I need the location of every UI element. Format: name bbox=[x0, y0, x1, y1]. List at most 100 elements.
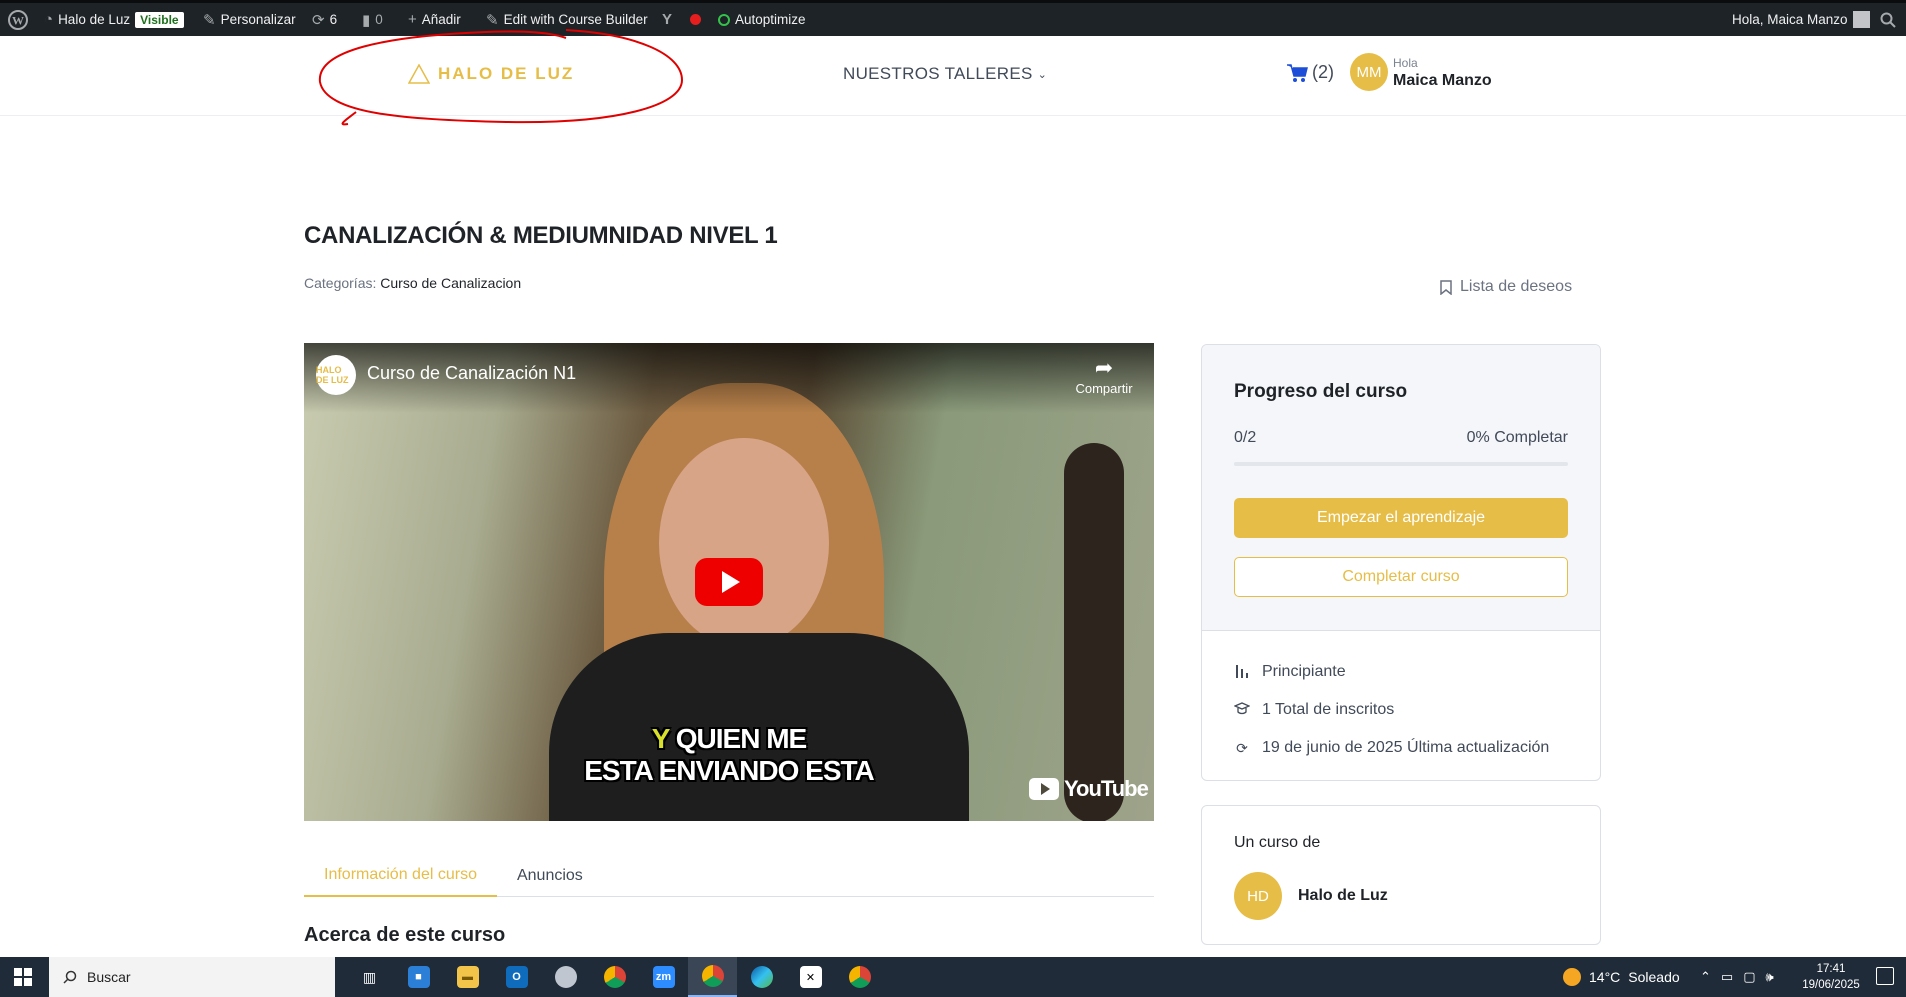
search-icon bbox=[63, 970, 77, 984]
clock-date: 19/06/2025 bbox=[1802, 979, 1860, 991]
edge-icon[interactable] bbox=[737, 957, 786, 997]
admin-account-link[interactable]: Hola, Maica Manzo bbox=[1732, 3, 1870, 36]
store-icon[interactable]: ■ bbox=[394, 957, 443, 997]
meta-level: Principiante bbox=[1234, 663, 1346, 681]
admin-autoptimize-link[interactable]: Autoptimize bbox=[718, 3, 806, 36]
author-name[interactable]: Halo de Luz bbox=[1298, 887, 1388, 905]
outlook-icon[interactable]: O bbox=[492, 957, 541, 997]
meta-level-label: Principiante bbox=[1262, 663, 1346, 680]
taskbar-search-placeholder: Buscar bbox=[87, 969, 131, 985]
cart-button[interactable]: (2) bbox=[1286, 62, 1334, 83]
share-label: Compartir bbox=[1075, 381, 1133, 396]
admin-customize-link[interactable]: ✎ Personalizar bbox=[203, 3, 296, 36]
admin-customize-label: Personalizar bbox=[220, 12, 296, 27]
progress-section: Progreso del curso 0/2 0% Completar Empe… bbox=[1202, 345, 1600, 631]
weather-temp: 14°C bbox=[1589, 969, 1621, 985]
admin-site-name: Halo de Luz bbox=[58, 12, 131, 27]
video-subtitle-line1-rest: QUIEN ME bbox=[668, 723, 807, 754]
file-explorer-icon[interactable]: ▬ bbox=[443, 957, 492, 997]
zoom-icon[interactable]: zm bbox=[639, 957, 688, 997]
meta-updated: ⟳ 19 de junio de 2025 Última actualizaci… bbox=[1234, 739, 1549, 757]
admin-autoptimize-label: Autoptimize bbox=[735, 12, 806, 27]
taskbar-clock[interactable]: 17:41 19/06/2025 bbox=[1797, 961, 1865, 993]
channel-logo[interactable]: HALO DE LUZ bbox=[316, 355, 356, 395]
course-progress-card: Progreso del curso 0/2 0% Completar Empe… bbox=[1201, 344, 1601, 781]
plus-icon: + bbox=[408, 11, 417, 28]
chevron-up-icon[interactable]: ⌃ bbox=[1700, 969, 1711, 985]
display-icon[interactable]: ▢ bbox=[1743, 969, 1755, 985]
network-icon[interactable]: ▭ bbox=[1721, 969, 1733, 985]
author-label: Un curso de bbox=[1234, 834, 1321, 851]
taskbar-search[interactable]: Buscar bbox=[49, 957, 335, 997]
bookmark-icon bbox=[1440, 279, 1452, 295]
progress-count: 0/2 bbox=[1234, 429, 1257, 446]
notification-icon[interactable] bbox=[1876, 967, 1894, 985]
admin-updates-link[interactable]: ⟳ 6 bbox=[312, 3, 337, 36]
admin-updates-count: 6 bbox=[329, 12, 338, 27]
svg-text:W: W bbox=[12, 13, 24, 27]
cart-icon bbox=[1287, 63, 1308, 82]
wp-admin-bar: W ◔ Halo de Luz Visible ✎ Personalizar ⟳… bbox=[0, 0, 1906, 36]
video-subtitle-y: Y bbox=[651, 723, 670, 754]
video-player[interactable]: HALO DE LUZ Curso de Canalización N1 ➦ C… bbox=[304, 343, 1154, 821]
yoast-icon[interactable]: Y bbox=[662, 3, 672, 36]
brush-icon: ✎ bbox=[203, 11, 216, 29]
course-tabs: Información del curso Anuncios bbox=[304, 855, 1154, 897]
share-arrow-icon: ➦ bbox=[1094, 355, 1114, 380]
windows-start-icon[interactable] bbox=[14, 968, 32, 986]
complete-course-button[interactable]: Completar curso bbox=[1234, 557, 1568, 597]
video-person-face bbox=[659, 438, 829, 648]
wordpress-logo-icon[interactable]: W bbox=[8, 3, 28, 36]
wishlist-button[interactable]: Lista de deseos bbox=[1440, 278, 1572, 296]
author-avatar[interactable]: HD bbox=[1234, 872, 1282, 920]
chrome-profile-icon[interactable] bbox=[688, 957, 737, 997]
progress-bar bbox=[1234, 462, 1568, 466]
wishlist-label: Lista de deseos bbox=[1460, 278, 1573, 295]
admin-add-new-link[interactable]: + Añadir bbox=[408, 3, 461, 36]
app-icon[interactable] bbox=[541, 957, 590, 997]
chrome-alt-icon[interactable] bbox=[835, 957, 884, 997]
logo-text: HALO DE LUZ bbox=[438, 64, 575, 83]
user-name[interactable]: Maica Manzo bbox=[1393, 72, 1492, 90]
status-dot-icon[interactable] bbox=[690, 3, 701, 36]
start-learning-button[interactable]: Empezar el aprendizaje bbox=[1234, 498, 1568, 538]
chrome-icon[interactable] bbox=[590, 957, 639, 997]
dashboard-icon: ◔ bbox=[44, 11, 54, 28]
admin-comments-link[interactable]: ▮ 0 bbox=[362, 3, 383, 36]
admin-course-builder-link[interactable]: ✎ Edit with Course Builder bbox=[486, 3, 648, 36]
windows-taskbar: Buscar ▥ ■ ▬ O zm ✕ 14°C Soleado ⌃ ▭ ▢ 🕪… bbox=[0, 957, 1906, 997]
clock-time: 17:41 bbox=[1816, 963, 1846, 975]
category-link[interactable]: Curso de Canalizacion bbox=[380, 275, 521, 291]
user-avatar[interactable]: MM bbox=[1350, 53, 1388, 91]
cart-count: (2) bbox=[1312, 62, 1334, 82]
nav-workshops[interactable]: NUESTROS TALLERES ⌄ bbox=[843, 64, 1047, 84]
tab-announcements[interactable]: Anuncios bbox=[497, 855, 603, 897]
admin-site-link[interactable]: ◔ Halo de Luz Visible bbox=[44, 3, 184, 36]
admin-greeting: Hola, Maica Manzo bbox=[1732, 12, 1848, 27]
meta-enrolled-label: 1 Total de inscritos bbox=[1262, 701, 1395, 718]
youtube-label: YouTube bbox=[1064, 776, 1149, 801]
volume-icon[interactable]: 🕪 bbox=[1766, 969, 1774, 985]
admin-comments-count: 0 bbox=[375, 12, 383, 27]
progress-title: Progreso del curso bbox=[1234, 381, 1408, 402]
taskbar-apps: ▥ ■ ▬ O zm ✕ bbox=[345, 957, 884, 997]
share-button[interactable]: ➦ Compartir bbox=[1064, 355, 1144, 396]
admin-search-icon[interactable] bbox=[1880, 3, 1896, 36]
site-logo[interactable]: HALO DE LUZ bbox=[408, 64, 574, 84]
capcut-icon[interactable]: ✕ bbox=[786, 957, 835, 997]
visible-badge: Visible bbox=[135, 11, 184, 28]
weather-widget[interactable]: 14°C Soleado bbox=[1563, 957, 1680, 997]
tab-course-info[interactable]: Información del curso bbox=[304, 855, 497, 897]
course-title: CANALIZACIÓN & MEDIUMNIDAD NIVEL 1 bbox=[304, 222, 778, 249]
task-view-icon[interactable]: ▥ bbox=[345, 957, 394, 997]
youtube-logo[interactable]: YouTube bbox=[1029, 776, 1149, 802]
refresh-icon: ⟳ bbox=[1236, 739, 1248, 756]
play-button-icon[interactable] bbox=[695, 558, 763, 606]
comment-icon: ▮ bbox=[362, 11, 371, 29]
graduation-cap-icon bbox=[1233, 702, 1251, 718]
admin-add-new-label: Añadir bbox=[421, 12, 461, 27]
video-title[interactable]: Curso de Canalización N1 bbox=[367, 363, 576, 384]
meta-enrolled: 1 Total de inscritos bbox=[1233, 701, 1395, 719]
video-subtitle-line1: Y QUIEN ME bbox=[304, 723, 1154, 755]
sun-icon bbox=[1563, 968, 1581, 986]
